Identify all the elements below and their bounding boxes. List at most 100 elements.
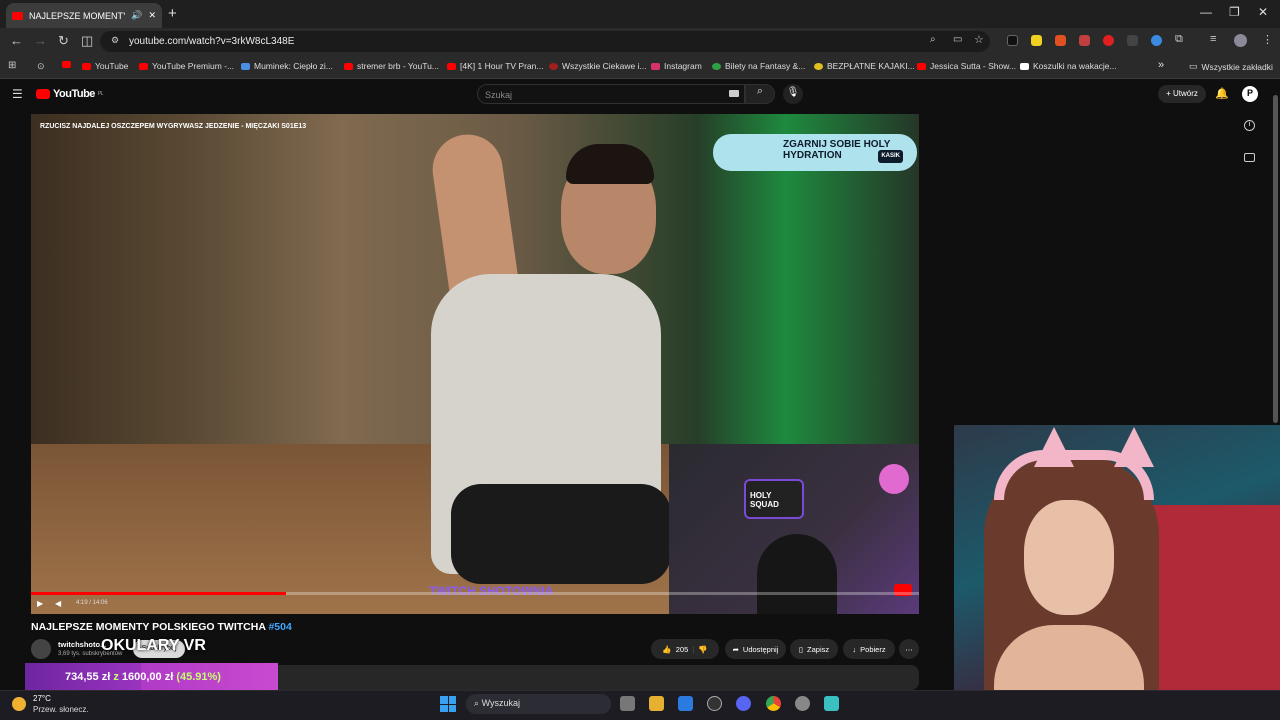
avatar[interactable]: P <box>1242 86 1258 102</box>
bookmark-icon: ▯ <box>798 644 804 654</box>
start-button[interactable] <box>440 696 456 712</box>
media-icon[interactable]: ≡ <box>1210 33 1216 45</box>
browser-tabbar <box>0 0 1280 28</box>
apps-icon[interactable]: ⊞ <box>8 60 16 71</box>
save-label: Zapisz <box>807 644 830 654</box>
browser-tab[interactable]: NAJLEPSZE MOMENTY POL 🔊 ✕ <box>6 3 162 28</box>
info-icon[interactable]: i <box>1244 120 1255 131</box>
weather-desc[interactable]: Przew. słonecz. <box>33 705 89 714</box>
minimize-button[interactable]: — <box>1200 5 1212 19</box>
weather-temp[interactable]: 27°C <box>33 694 51 703</box>
video-player[interactable]: RZUCISZ NAJDALEJ OSZCZEPEM WYGRYWASZ JED… <box>31 114 919 614</box>
task-view-icon[interactable] <box>620 696 635 711</box>
extension-icon[interactable] <box>1151 35 1162 46</box>
volume-icon[interactable]: ◀ <box>55 599 61 608</box>
cast-icon[interactable]: ▭ <box>953 34 962 45</box>
bookmark-item[interactable]: Instagram <box>651 61 702 71</box>
thumbs-down-icon[interactable]: 👎 <box>698 645 707 654</box>
youtube-logo[interactable]: YouTube PL <box>36 88 104 100</box>
more-bookmarks-button[interactable]: » <box>1158 59 1164 71</box>
profile-avatar[interactable] <box>1234 34 1247 47</box>
bookmark-item[interactable]: Jessica Sutta - Show... <box>917 61 1016 71</box>
like-count: 205 <box>675 644 689 654</box>
like-button[interactable]: 👍 205 | 👎 <box>651 639 719 659</box>
puzzle-icon[interactable]: ⧉ <box>1175 33 1183 46</box>
logo-region: PL <box>97 91 104 97</box>
download-button[interactable]: ↓ Pobierz <box>843 639 895 659</box>
bookmark-item[interactable]: Wszystkie Ciekawe i... <box>549 61 647 71</box>
goal-target: 1600,00 zł <box>121 671 174 683</box>
bookmark-item[interactable]: Muminek: Ciepło zi... <box>241 61 333 71</box>
zoom-icon[interactable]: ⌕ <box>930 34 936 45</box>
bookmark-item[interactable]: BEZPŁATNE KAJAKI... <box>814 61 915 71</box>
menu-icon[interactable]: ⋮ <box>1262 33 1273 46</box>
create-button[interactable]: + Utwórz <box>1158 85 1206 103</box>
extension-icon[interactable] <box>1055 35 1066 46</box>
search-input[interactable]: Szukaj <box>477 84 745 104</box>
share-button[interactable]: ➦ Udostępnij <box>725 639 786 659</box>
discord-icon[interactable] <box>736 696 751 711</box>
bookmark-item[interactable]: [4K] 1 Hour TV Pran... <box>447 61 543 71</box>
more-actions-button[interactable]: ⋯ <box>899 639 919 659</box>
bookmark-item[interactable]: YouTube <box>82 61 128 71</box>
url-text[interactable]: youtube.com/watch?v=3rkW8cL348E <box>129 36 294 47</box>
side-panel-icon[interactable]: ◫ <box>81 33 93 49</box>
bookmark-item[interactable] <box>62 61 71 68</box>
bookmark-item[interactable]: YouTube Premium -... <box>139 61 234 71</box>
channel-name[interactable]: twitchshoto... <box>58 640 106 649</box>
goal-current: 734,55 zł <box>65 671 111 683</box>
extension-icon[interactable] <box>1103 35 1114 46</box>
store-icon[interactable] <box>678 696 693 711</box>
mic-button[interactable]: 🎙 <box>783 84 803 104</box>
stream-overlay-text: OKULARY VR <box>101 637 206 654</box>
save-button[interactable]: ▯ Zapisz <box>790 639 838 659</box>
extension-icon[interactable] <box>1007 35 1018 46</box>
page-title: NAJLEPSZE MOMENTY POLSKIEGO TWITCHA #504 <box>31 621 292 633</box>
lamp <box>879 464 909 494</box>
bell-icon[interactable]: 🔔 <box>1215 87 1229 100</box>
bookmark-item[interactable]: stremer brb - YouTu... <box>344 61 439 71</box>
thumbs-up-icon: 👍 <box>662 644 672 654</box>
progress-bar[interactable] <box>31 592 919 595</box>
forward-icon[interactable]: → <box>34 33 47 48</box>
settings-icon[interactable] <box>795 696 810 711</box>
speaker-icon[interactable]: 🔊 <box>131 10 142 21</box>
app-icon[interactable] <box>707 696 722 711</box>
bookmark-icon[interactable]: ⊙ <box>37 61 45 72</box>
reload-icon[interactable]: ↻ <box>58 33 69 49</box>
close-window-button[interactable]: ✕ <box>1258 5 1268 19</box>
extension-icon[interactable] <box>1031 35 1042 46</box>
file-explorer-icon[interactable] <box>649 696 664 711</box>
hashtag-link[interactable]: #504 <box>268 621 291 633</box>
hamburger-menu-icon[interactable]: ☰ <box>12 87 23 101</box>
favicon-icon <box>82 62 91 70</box>
site-info-icon[interactable]: ⚙ <box>111 35 119 46</box>
youtube-play-icon <box>36 89 50 99</box>
video-title: NAJLEPSZE MOMENTY POLSKIEGO TWITCHA <box>31 621 266 633</box>
favicon-icon <box>814 62 823 70</box>
star-icon[interactable]: ☆ <box>974 33 984 46</box>
picture-in-picture: HOLY SQUAD <box>669 444 919 614</box>
cat-ear-icon <box>1034 427 1074 467</box>
tab-close-icon[interactable]: ✕ <box>148 10 156 21</box>
bookmark-label: YouTube Premium -... <box>152 61 235 71</box>
bookmark-item[interactable]: Koszulki na wakacje... <box>1020 61 1117 71</box>
extension-icon[interactable] <box>1127 35 1138 46</box>
taskbar-search[interactable]: ⌕ Wyszukaj <box>466 694 611 714</box>
keyboard-icon[interactable] <box>729 90 739 97</box>
all-bookmarks-button[interactable]: ▭ Wszystkie zakładki <box>1189 61 1273 72</box>
notepad-icon[interactable] <box>824 696 839 711</box>
back-icon[interactable]: ← <box>10 33 23 48</box>
favicon-icon <box>139 62 148 70</box>
new-tab-button[interactable]: + <box>168 5 177 22</box>
holy-squad-logo: HOLY SQUAD <box>744 479 804 519</box>
chat-icon[interactable] <box>1244 153 1255 162</box>
play-icon[interactable]: ▶ <box>37 599 43 608</box>
channel-avatar[interactable] <box>31 639 51 659</box>
scrollbar-thumb[interactable] <box>1273 95 1278 423</box>
extension-icon[interactable] <box>1079 35 1090 46</box>
search-button[interactable]: ⌕ <box>745 84 775 104</box>
maximize-button[interactable]: ❐ <box>1229 5 1240 19</box>
chrome-icon[interactable] <box>766 696 781 711</box>
bookmark-item[interactable]: Bilety na Fantasy &... <box>712 61 805 71</box>
